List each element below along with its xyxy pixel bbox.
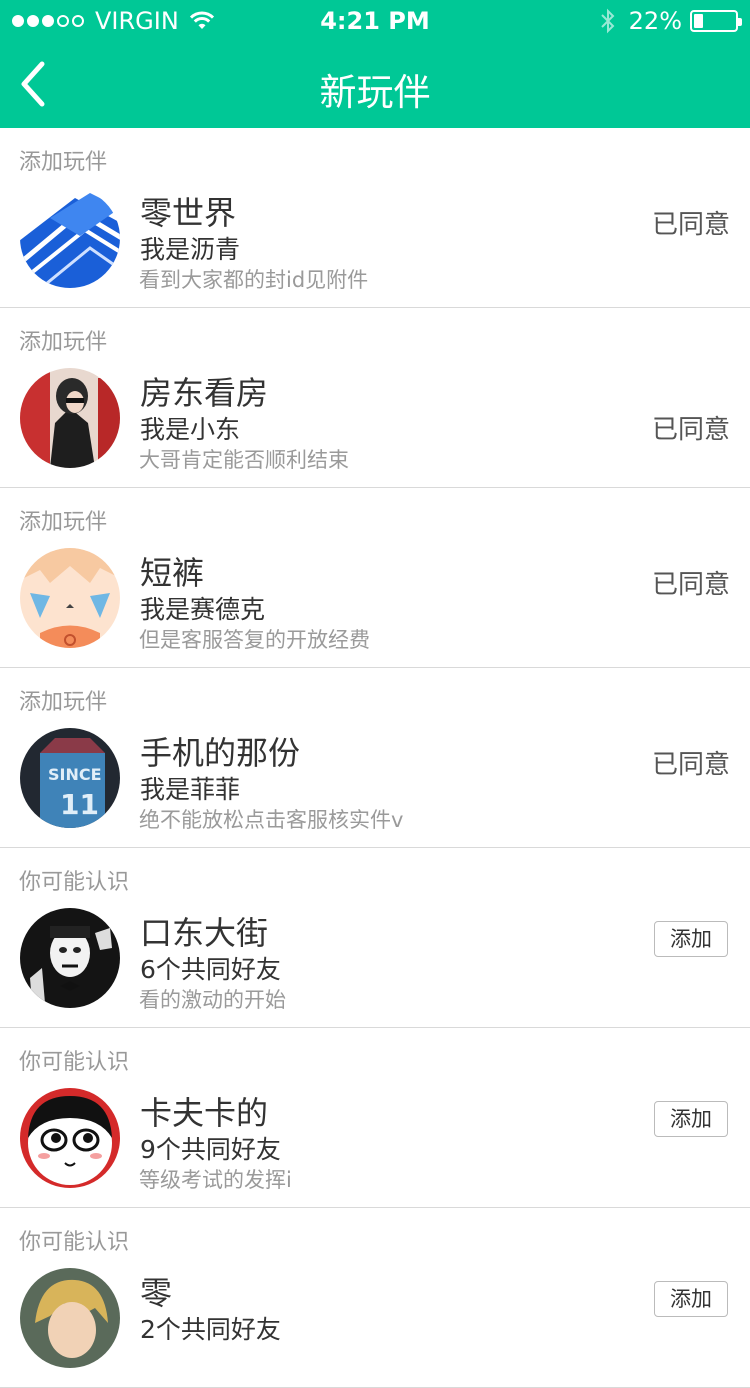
status-right: 22% (599, 7, 742, 35)
avatar-image (20, 1268, 120, 1368)
avatar-image (20, 548, 120, 648)
battery-percent: 22% (628, 7, 682, 35)
section-label: 你可能认识 (19, 1050, 130, 1075)
page-title-container: 新玩伴 (0, 62, 750, 116)
bluetooth-icon (600, 8, 615, 34)
section-label: 你可能认识 (19, 1230, 130, 1255)
section-label: 添加玩伴 (19, 150, 108, 175)
accepted-status: 已同意 (651, 570, 730, 600)
friend-intro: 我是沥青 (140, 235, 241, 264)
list-item[interactable]: 添加玩伴 零世界 我是沥青 看到大家都的封id见附件 已同意 (0, 128, 750, 308)
friend-message: 看的激动的开始 (139, 988, 286, 1012)
avatar[interactable]: SINCE 11 (20, 728, 120, 828)
list-item[interactable]: 你可能认识 卡夫卡的 9个共同好友 等级考试的发挥i 添加 (0, 1028, 750, 1208)
avatar[interactable] (20, 1088, 120, 1188)
avatar[interactable] (20, 188, 120, 288)
friend-message: 等级考试的发挥i (139, 1168, 292, 1192)
app-header: VIRGIN 4:21 PM 22% 新玩伴 (0, 0, 750, 128)
accepted-status: 已同意 (651, 750, 730, 780)
section-label: 添加玩伴 (19, 690, 108, 715)
add-friend-button[interactable]: 添加 (654, 1101, 728, 1137)
avatar-image (20, 368, 120, 468)
battery-icon (690, 10, 742, 32)
avatar-image (20, 188, 120, 288)
friend-message: 大哥肯定能否顺利结束 (139, 448, 349, 472)
section-label: 添加玩伴 (19, 330, 108, 355)
friend-name: 口东大街 (140, 914, 269, 952)
list-item[interactable]: 你可能认识 零 2个共同好友 添加 (0, 1208, 750, 1388)
friend-message: 但是客服答复的开放经费 (139, 628, 370, 652)
section-label: 添加玩伴 (19, 510, 108, 535)
avatar-image (20, 1088, 120, 1188)
friend-intro: 我是菲菲 (140, 775, 241, 804)
friend-name: 短裤 (140, 554, 205, 592)
avatar-image: SINCE 11 (20, 728, 120, 828)
friend-name: 零世界 (140, 194, 237, 232)
page-title: 新玩伴 (319, 71, 431, 114)
friend-intro: 我是赛德克 (140, 595, 266, 624)
friend-name: 手机的那份 (140, 734, 301, 772)
mutual-friends-count: 6个共同好友 (140, 955, 281, 984)
friend-request-list: 添加玩伴 零世界 我是沥青 看到大家都的封id见附件 已同意 添加玩伴 房东看房… (0, 128, 750, 1388)
navigation-bar: 新玩伴 (0, 40, 750, 128)
svg-text:SINCE: SINCE (48, 765, 102, 784)
avatar[interactable] (20, 368, 120, 468)
accepted-status: 已同意 (651, 210, 730, 240)
friend-message: 绝不能放松点击客服核实件v (139, 808, 404, 832)
section-label: 你可能认识 (19, 870, 130, 895)
list-item[interactable]: 添加玩伴 SINCE 11 手机的那份 我是菲菲 绝不能放松点击客服核实件v 已… (0, 668, 750, 848)
list-item[interactable]: 你可能认识 口东大街 6个共同好友 看的激动的开始 添加 (0, 848, 750, 1028)
avatar[interactable] (20, 1268, 120, 1368)
friend-intro: 我是小东 (140, 415, 241, 444)
mutual-friends-count: 9个共同好友 (140, 1135, 281, 1164)
friend-name: 房东看房 (140, 374, 269, 412)
accepted-status: 已同意 (651, 415, 730, 445)
battery-level (694, 14, 703, 28)
mutual-friends-count: 2个共同好友 (140, 1315, 281, 1344)
friend-message: 看到大家都的封id见附件 (139, 268, 369, 292)
list-item[interactable]: 添加玩伴 短裤 我是赛德克 但是客服答复的开放经费 已同意 (0, 488, 750, 668)
list-item[interactable]: 添加玩伴 房东看房 我是小东 大哥肯定能否顺利结束 已同意 (0, 308, 750, 488)
avatar[interactable] (20, 548, 120, 648)
add-friend-button[interactable]: 添加 (654, 921, 728, 957)
svg-text:11: 11 (60, 788, 99, 821)
status-bar: VIRGIN 4:21 PM 22% (0, 0, 750, 40)
friend-name: 零 (140, 1274, 173, 1312)
avatar-image (20, 908, 120, 1008)
friend-name: 卡夫卡的 (140, 1094, 269, 1132)
avatar[interactable] (20, 908, 120, 1008)
add-friend-button[interactable]: 添加 (654, 1281, 728, 1317)
